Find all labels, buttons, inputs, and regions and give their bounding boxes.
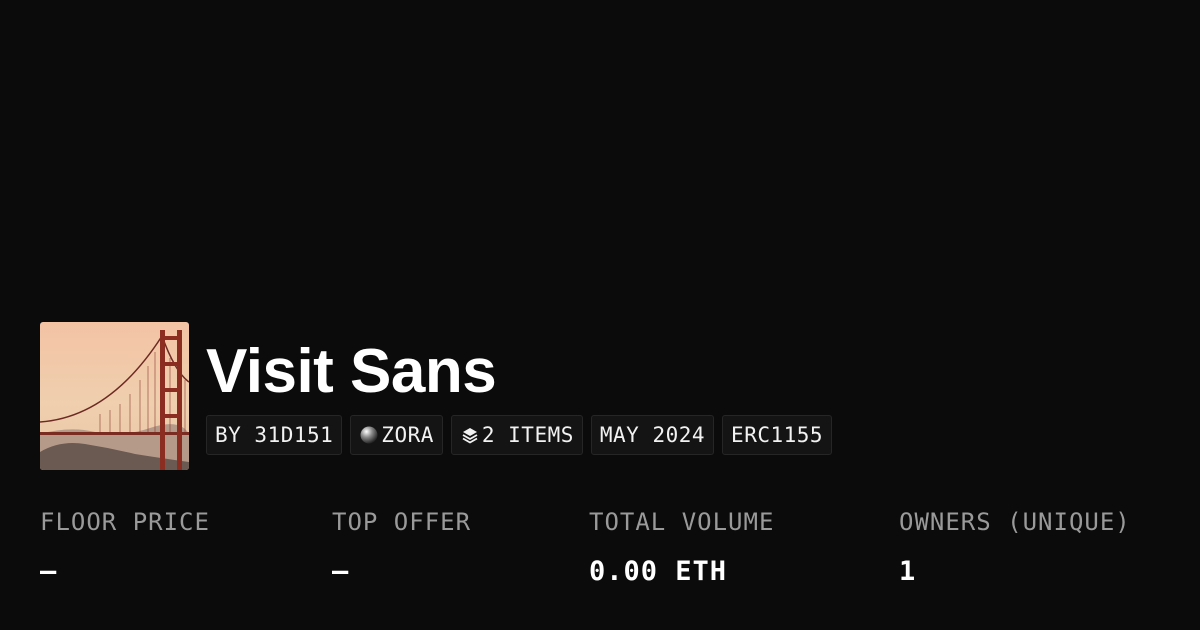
collection-tags: BY 31D151 ZORA 2 ITEMS MAY 2024 ERC1155 [206, 415, 833, 455]
chain-label: ZORA [381, 423, 434, 447]
top-offer-label: TOP OFFER [332, 508, 472, 536]
top-offer-stat: TOP OFFER – [332, 504, 471, 590]
items-tag[interactable]: 2 ITEMS [450, 415, 583, 455]
total-volume-value: 0.00 ETH [589, 556, 728, 587]
chain-tag[interactable]: ZORA [350, 415, 443, 455]
layers-icon [460, 425, 480, 445]
floor-price-label: FLOOR PRICE [40, 508, 210, 536]
golden-gate-bridge-image [40, 322, 189, 470]
standard-tag: ERC1155 [722, 415, 833, 455]
total-volume-label: TOTAL VOLUME [589, 508, 775, 536]
zora-orb-icon [359, 425, 379, 445]
floor-price-value: – [40, 556, 58, 587]
top-offer-value: – [332, 556, 350, 587]
creator-tag[interactable]: BY 31D151 [206, 415, 343, 455]
owners-label: OWNERS (UNIQUE) [899, 508, 1131, 536]
items-label: 2 ITEMS [481, 423, 574, 447]
creator-label: BY 31D151 [215, 423, 334, 447]
floor-price-stat: FLOOR PRICE – [40, 504, 210, 590]
owners-stat: OWNERS (UNIQUE) 1 [899, 504, 1131, 590]
date-tag: MAY 2024 [590, 415, 715, 455]
standard-label: ERC1155 [731, 423, 824, 447]
total-volume-stat: TOTAL VOLUME 0.00 ETH [589, 504, 774, 590]
date-label: MAY 2024 [599, 423, 706, 447]
collection-thumbnail [40, 322, 189, 470]
owners-value: 1 [899, 556, 917, 587]
collection-title: Visit Sans [206, 337, 497, 406]
